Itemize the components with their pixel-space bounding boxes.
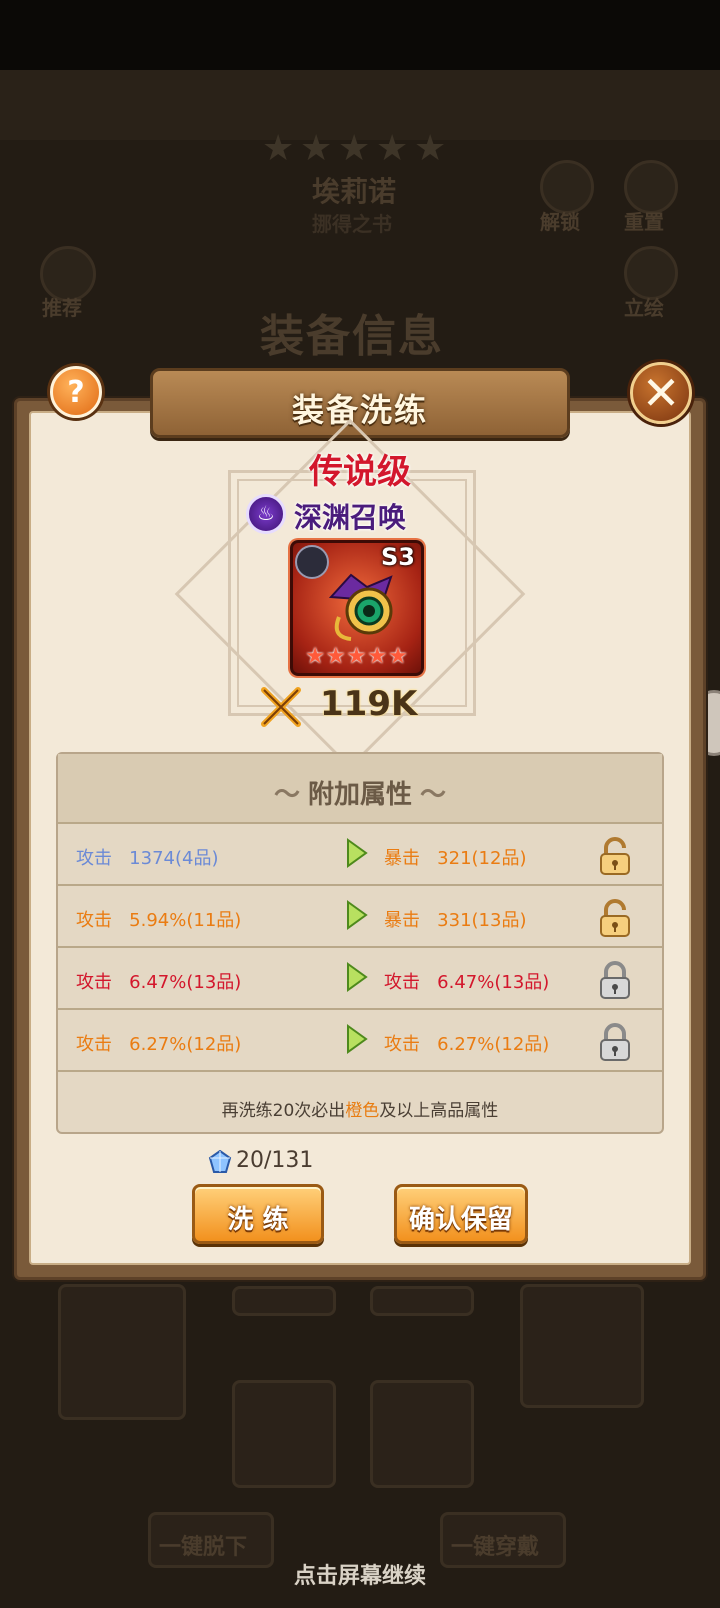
unlocked-lock-icon[interactable] <box>598 836 632 876</box>
attribute-header-title: 附加属性 <box>58 774 662 811</box>
equipment-stars: ★★★★★ <box>305 644 409 669</box>
locked-lock-icon[interactable] <box>598 960 632 1000</box>
bg-star-icon: ★ <box>300 128 333 169</box>
arrow-right-icon <box>347 838 368 868</box>
attribute-new: 暴击 331(13品) <box>384 910 527 931</box>
bg-star-icon: ★ <box>338 128 371 169</box>
attribute-row: 攻击 6.27%(12品) 攻击 6.27%(12品) <box>58 1010 662 1072</box>
dialog-title-plaque: 装备洗练 <box>113 368 607 438</box>
bg-equip-slot <box>58 1284 186 1420</box>
bg-star-icon: ★ <box>414 128 447 169</box>
attribute-row: 攻击 6.47%(13品) 攻击 6.47%(13品) <box>58 948 662 1010</box>
bg-equip-slot <box>370 1286 474 1316</box>
equipment-card[interactable]: S3 ★★★★★ <box>290 540 424 676</box>
hero-subtitle: 挪得之书 <box>312 212 392 236</box>
help-icon: ? <box>67 375 85 410</box>
refine-hint-highlight: 橙色 <box>345 1101 380 1121</box>
combat-power: 119K <box>320 684 418 724</box>
recommend-label: 推荐 <box>42 296 82 320</box>
attribute-row: 攻击 1374(4品) 暴击 321(12品) <box>58 824 662 886</box>
rarity-label: 传说级 <box>309 452 411 492</box>
set-name: 深渊召唤 <box>294 501 407 534</box>
attribute-old: 攻击 6.47%(13品) <box>76 972 242 993</box>
confirm-keep-button[interactable]: 确认保留 <box>394 1184 528 1244</box>
help-button[interactable]: ? <box>50 366 102 418</box>
portrait-label: 立绘 <box>624 296 664 320</box>
hero-name: 埃莉诺 <box>312 175 397 208</box>
refine-hint: 再洗练20次必出橙色及以上高品属性 <box>221 1101 499 1121</box>
bg-equip-slot <box>232 1380 336 1488</box>
tap-to-continue[interactable]: 点击屏幕继续 <box>0 1558 720 1590</box>
attribute-panel: 附加属性 攻击 1374(4品) 暴击 321(12品) 攻击 5.94%(11… <box>56 752 664 1134</box>
bg-equip-slot <box>232 1286 336 1316</box>
equip-all-label: 一键穿戴 <box>451 1535 540 1560</box>
attribute-old: 攻击 1374(4品) <box>76 848 219 869</box>
bg-star-icon: ★ <box>376 128 409 169</box>
refine-button[interactable]: 洗 练 <box>192 1184 324 1244</box>
attribute-new: 暴击 321(12品) <box>384 848 527 869</box>
unlocked-lock-icon[interactable] <box>598 898 632 938</box>
bg-locked-slot <box>520 1284 644 1408</box>
set-flame-icon: ♨ <box>246 494 286 534</box>
unequip-all-label: 一键脱下 <box>159 1535 248 1560</box>
unlock-label: 解锁 <box>540 210 580 234</box>
arrow-right-icon <box>347 900 368 930</box>
bg-page-title: 装备信息 <box>260 311 444 362</box>
equipment-art-icon <box>328 573 393 641</box>
equipment-level: S3 <box>381 543 415 571</box>
refine-button-label: 洗 练 <box>227 1205 289 1235</box>
confirm-keep-button-label: 确认保留 <box>408 1205 513 1235</box>
arrow-right-icon <box>347 1024 368 1054</box>
crystal-icon <box>208 1150 232 1173</box>
bg-equip-slot <box>370 1380 474 1488</box>
attribute-old: 攻击 5.94%(11品) <box>76 910 242 931</box>
attribute-old: 攻击 6.27%(12品) <box>76 1034 242 1055</box>
attribute-new: 攻击 6.27%(12品) <box>384 1034 550 1055</box>
close-button[interactable]: ✕ <box>630 362 692 424</box>
dialog-title: 装备洗练 <box>291 391 428 429</box>
refine-cost: 20/131 <box>236 1148 314 1173</box>
attribute-header: 附加属性 <box>58 754 662 824</box>
close-icon: ✕ <box>641 366 681 420</box>
reset-label: 重置 <box>624 210 664 234</box>
arrow-right-icon <box>347 962 368 992</box>
bg-star-icon: ★ <box>262 128 295 169</box>
attribute-row: 攻击 5.94%(11品) 暴击 331(13品) <box>58 886 662 948</box>
locked-lock-icon[interactable] <box>598 1022 632 1062</box>
crossed-swords-icon <box>261 687 301 727</box>
attribute-new: 攻击 6.47%(13品) <box>384 972 550 993</box>
